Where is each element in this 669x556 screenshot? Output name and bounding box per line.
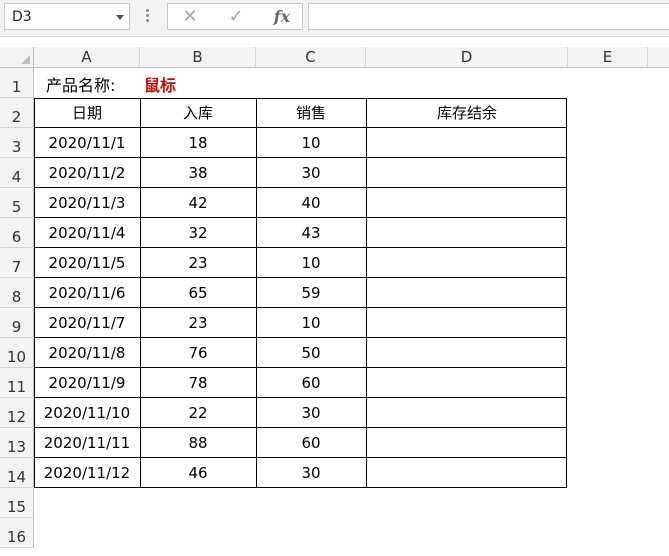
table-header-cell[interactable]: 销售 [256,98,366,128]
product-name-value[interactable]: 鼠标 [144,72,176,96]
table-cell[interactable]: 60 [256,428,366,458]
row-header-1[interactable]: 1 [0,68,34,98]
table-cell[interactable]: 10 [256,308,366,338]
table-cell[interactable]: 2020/11/3 [34,188,140,218]
table-cell[interactable]: 22 [140,398,256,428]
table-cell[interactable] [366,128,568,158]
table-cell[interactable]: 30 [256,458,366,488]
table-cell[interactable]: 10 [256,248,366,278]
row-header-16[interactable]: 16 [0,518,34,548]
row-header-8[interactable]: 8 [0,278,34,308]
column-header-b[interactable]: B [140,47,256,67]
row-header-3[interactable]: 3 [0,128,34,158]
table-cell[interactable] [366,368,568,398]
row-header-7[interactable]: 7 [0,248,34,278]
select-all-button[interactable] [0,47,34,67]
table-cell[interactable] [366,458,568,488]
enter-icon[interactable]: ✓ [222,6,250,28]
table-cell[interactable]: 43 [256,218,366,248]
insert-function-icon[interactable]: fx [268,6,296,28]
table-cell[interactable]: 23 [140,308,256,338]
table-header-cell[interactable]: 日期 [34,98,140,128]
table-cell[interactable] [366,278,568,308]
table-cell[interactable]: 23 [140,248,256,278]
row-header-5[interactable]: 5 [0,188,34,218]
table-cell[interactable]: 65 [140,278,256,308]
column-headers: A B C D E [0,47,669,68]
table-cell[interactable] [366,158,568,188]
table-cell[interactable]: 88 [140,428,256,458]
table-cell[interactable] [366,398,568,428]
row-header-10[interactable]: 10 [0,338,34,368]
column-header-c[interactable]: C [256,47,366,67]
row-header-13[interactable]: 13 [0,428,34,458]
row-header-2[interactable]: 2 [0,98,34,128]
table-cell[interactable] [366,308,568,338]
table-header-cell[interactable]: 入库 [140,98,256,128]
row-header-11[interactable]: 11 [0,368,34,398]
table-cell[interactable]: 2020/11/5 [34,248,140,278]
row-header-15[interactable]: 15 [0,488,34,518]
table-cell[interactable]: 18 [140,128,256,158]
formula-bar: D3 ✕ ✓ fx [0,0,669,37]
table-header-cell[interactable]: 库存结余 [366,98,568,128]
table-cell[interactable]: 30 [256,158,366,188]
cancel-icon[interactable]: ✕ [176,6,204,28]
table-cell[interactable]: 32 [140,218,256,248]
row-header-14[interactable]: 14 [0,458,34,488]
table-cell[interactable]: 2020/11/12 [34,458,140,488]
table-cell[interactable]: 2020/11/9 [34,368,140,398]
name-box-value: D3 [12,9,32,25]
table-cell[interactable]: 60 [256,368,366,398]
table-cell[interactable] [366,248,568,278]
name-box[interactable]: D3 [4,3,130,30]
row-header-6[interactable]: 6 [0,218,34,248]
table-cell[interactable]: 78 [140,368,256,398]
table-cell[interactable]: 2020/11/2 [34,158,140,188]
table-cell[interactable]: 2020/11/7 [34,308,140,338]
table-cell[interactable] [366,428,568,458]
row-header-9[interactable]: 9 [0,308,34,338]
column-header-e[interactable]: E [568,47,648,67]
table-cell[interactable] [366,218,568,248]
column-header-a[interactable]: A [34,47,140,67]
column-header-d[interactable]: D [366,47,568,67]
row-header-4[interactable]: 4 [0,158,34,188]
table-cell[interactable]: 38 [140,158,256,188]
formula-commands: ✕ ✓ fx [167,3,303,30]
table-cell[interactable]: 30 [256,398,366,428]
row-header-12[interactable]: 12 [0,398,34,428]
table-cell[interactable]: 2020/11/4 [34,218,140,248]
table-cell[interactable]: 50 [256,338,366,368]
table-cell[interactable]: 2020/11/1 [34,128,140,158]
table-cell[interactable]: 2020/11/6 [34,278,140,308]
chevron-down-icon[interactable] [116,15,124,20]
table-cell[interactable]: 42 [140,188,256,218]
table-cell[interactable]: 2020/11/10 [34,398,140,428]
table-cell[interactable]: 59 [256,278,366,308]
table-cell[interactable]: 10 [256,128,366,158]
table-cell[interactable]: 40 [256,188,366,218]
table-cell[interactable]: 46 [140,458,256,488]
table-cell[interactable]: 2020/11/11 [34,428,140,458]
more-options-icon[interactable] [146,9,150,25]
formula-input[interactable] [308,3,669,30]
table-cell[interactable] [366,188,568,218]
product-name-label[interactable]: 产品名称: [46,72,115,96]
table-cell[interactable]: 76 [140,338,256,368]
table-cell[interactable]: 2020/11/8 [34,338,140,368]
table-cell[interactable] [366,338,568,368]
